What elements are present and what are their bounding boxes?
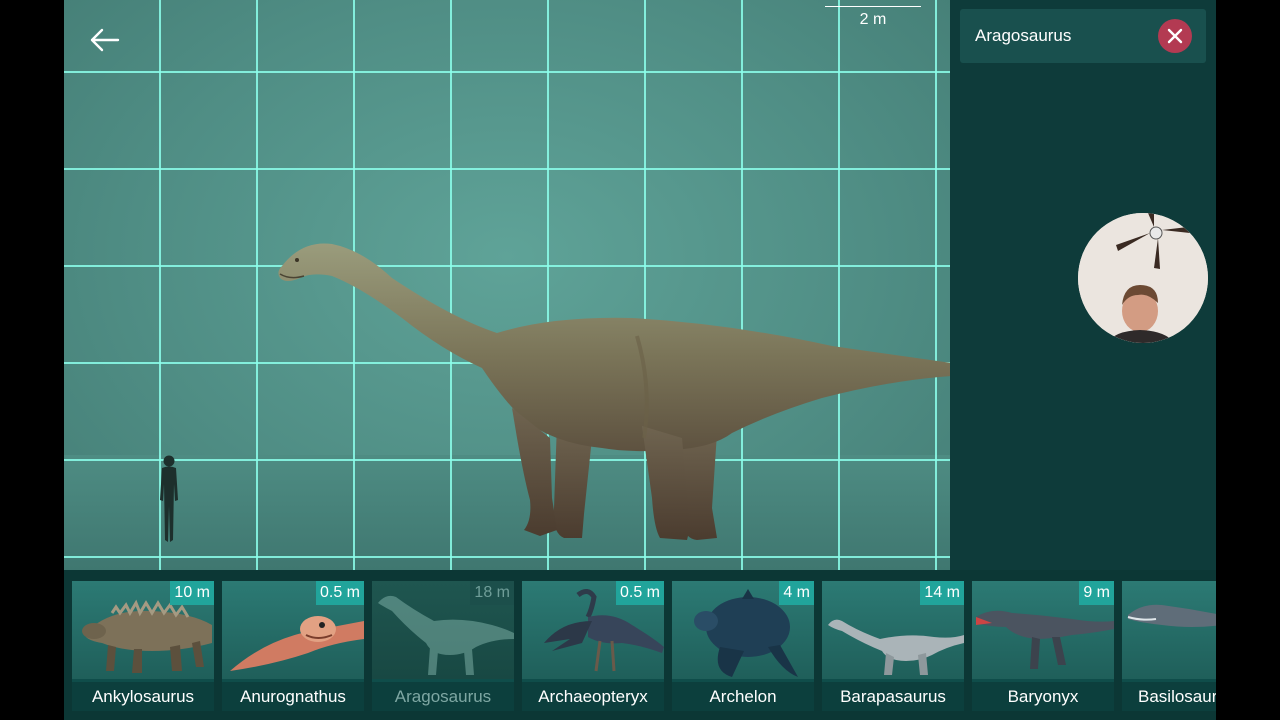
card-aragosaurus[interactable]: 18 m Aragosaurus	[372, 581, 514, 711]
card-baryonyx[interactable]: 9 m Baryonyx	[972, 581, 1114, 711]
card-archelon[interactable]: 4 m Archelon	[672, 581, 814, 711]
scale-label: 2 m	[859, 11, 887, 28]
card-label: Archelon	[672, 682, 814, 711]
size-badge: 4 m	[779, 581, 814, 605]
app-root: 2 m Aragosaurus 10 m Ankylosaurus 0.5 m …	[64, 0, 1216, 720]
card-label: Ankylosaurus	[72, 682, 214, 711]
card-label: Aragosaurus	[372, 682, 514, 711]
card-anurognathus[interactable]: 0.5 m Anurognathus	[222, 581, 364, 711]
card-basilosaurus[interactable]: Basilosaurus	[1122, 581, 1216, 711]
card-label: Basilosaurus	[1122, 682, 1216, 711]
basilosaurus-thumbnail	[1127, 604, 1216, 627]
size-comparison-viewport[interactable]: 2 m	[64, 0, 950, 570]
search-input[interactable]: Aragosaurus	[975, 26, 1158, 46]
dinosaur-carousel[interactable]: 10 m Ankylosaurus 0.5 m Anurognathus 18 …	[64, 570, 1216, 720]
card-archaeopteryx[interactable]: 0.5 m Archaeopteryx	[522, 581, 664, 711]
size-badge: 18 m	[470, 581, 514, 605]
close-icon	[1167, 28, 1183, 44]
side-panel: Aragosaurus	[950, 0, 1216, 570]
scale-indicator: 2 m	[825, 6, 921, 29]
back-button[interactable]	[84, 22, 124, 58]
size-badge: 10 m	[170, 581, 214, 605]
scale-bar	[825, 6, 921, 7]
card-label: Barapasaurus	[822, 682, 964, 711]
arrow-left-icon	[90, 28, 120, 52]
card-ankylosaurus[interactable]: 10 m Ankylosaurus	[72, 581, 214, 711]
webcam-overlay	[1078, 213, 1208, 343]
card-label: Archaeopteryx	[522, 682, 664, 711]
size-badge: 14 m	[920, 581, 964, 605]
card-label: Baryonyx	[972, 682, 1114, 711]
card-label: Anurognathus	[222, 682, 364, 711]
dinosaur-model[interactable]	[212, 238, 950, 543]
size-badge: 0.5 m	[315, 581, 364, 605]
human-silhouette	[160, 455, 178, 542]
search-field[interactable]: Aragosaurus	[960, 9, 1206, 63]
size-badge: 9 m	[1079, 581, 1114, 605]
card-barapasaurus[interactable]: 14 m Barapasaurus	[822, 581, 964, 711]
webcam-feed	[1078, 213, 1208, 343]
size-badge: 0.5 m	[615, 581, 664, 605]
clear-search-button[interactable]	[1158, 19, 1192, 53]
